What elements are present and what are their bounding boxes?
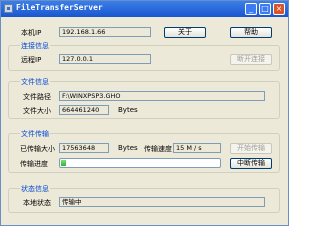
disconnect-button[interactable]: 断开连接 (230, 54, 272, 65)
file-size-label: 文件大小 (23, 107, 51, 115)
transferred-size-unit: Bytes (118, 144, 138, 152)
transfer-progress-bar (59, 158, 221, 168)
connection-group-title: 连接信息 (20, 41, 50, 51)
progress-label: 传输进度 (20, 160, 48, 168)
file-info-group-title: 文件信息 (20, 77, 50, 87)
app-window: FileTransferServer _ □ × 本机IP 192.168.1.… (0, 0, 289, 226)
transferred-size-label: 已传输大小 (20, 145, 55, 153)
local-status-field: 传输中 (59, 197, 265, 207)
maximize-icon[interactable]: □ (259, 3, 271, 15)
title-bar[interactable]: FileTransferServer _ □ × (1, 1, 288, 17)
local-status-label: 本地状态 (23, 199, 51, 207)
app-icon (4, 4, 13, 13)
transfer-progress-fill (61, 160, 66, 166)
status-group-title: 状态信息 (20, 184, 50, 194)
file-path-label: 文件路径 (23, 93, 51, 101)
remote-ip-field: 127.0.0.1 (59, 54, 151, 64)
transfer-group-title: 文件传输 (20, 129, 50, 139)
close-icon[interactable]: × (273, 3, 285, 15)
stop-transfer-button[interactable]: 中断传输 (230, 158, 272, 169)
minimize-icon[interactable]: _ (245, 3, 257, 15)
help-button[interactable]: 帮助 (230, 27, 272, 38)
window-title: FileTransferServer (16, 3, 103, 12)
file-path-field: F:\WINXPSP3.GHO (59, 91, 265, 101)
local-ip-field: 192.168.1.66 (59, 27, 151, 37)
remote-ip-label: 远程IP (21, 56, 42, 64)
speed-label: 传输速度 (144, 145, 172, 153)
transferred-size-field: 17563648 (59, 143, 109, 153)
speed-field: 15 M / s (173, 143, 221, 153)
local-ip-label: 本机IP (21, 29, 42, 37)
file-size-field: 664461240 (59, 105, 109, 115)
start-transfer-button[interactable]: 开始传输 (230, 143, 272, 154)
about-button[interactable]: 关于 (164, 27, 206, 38)
file-size-unit: Bytes (118, 106, 138, 114)
